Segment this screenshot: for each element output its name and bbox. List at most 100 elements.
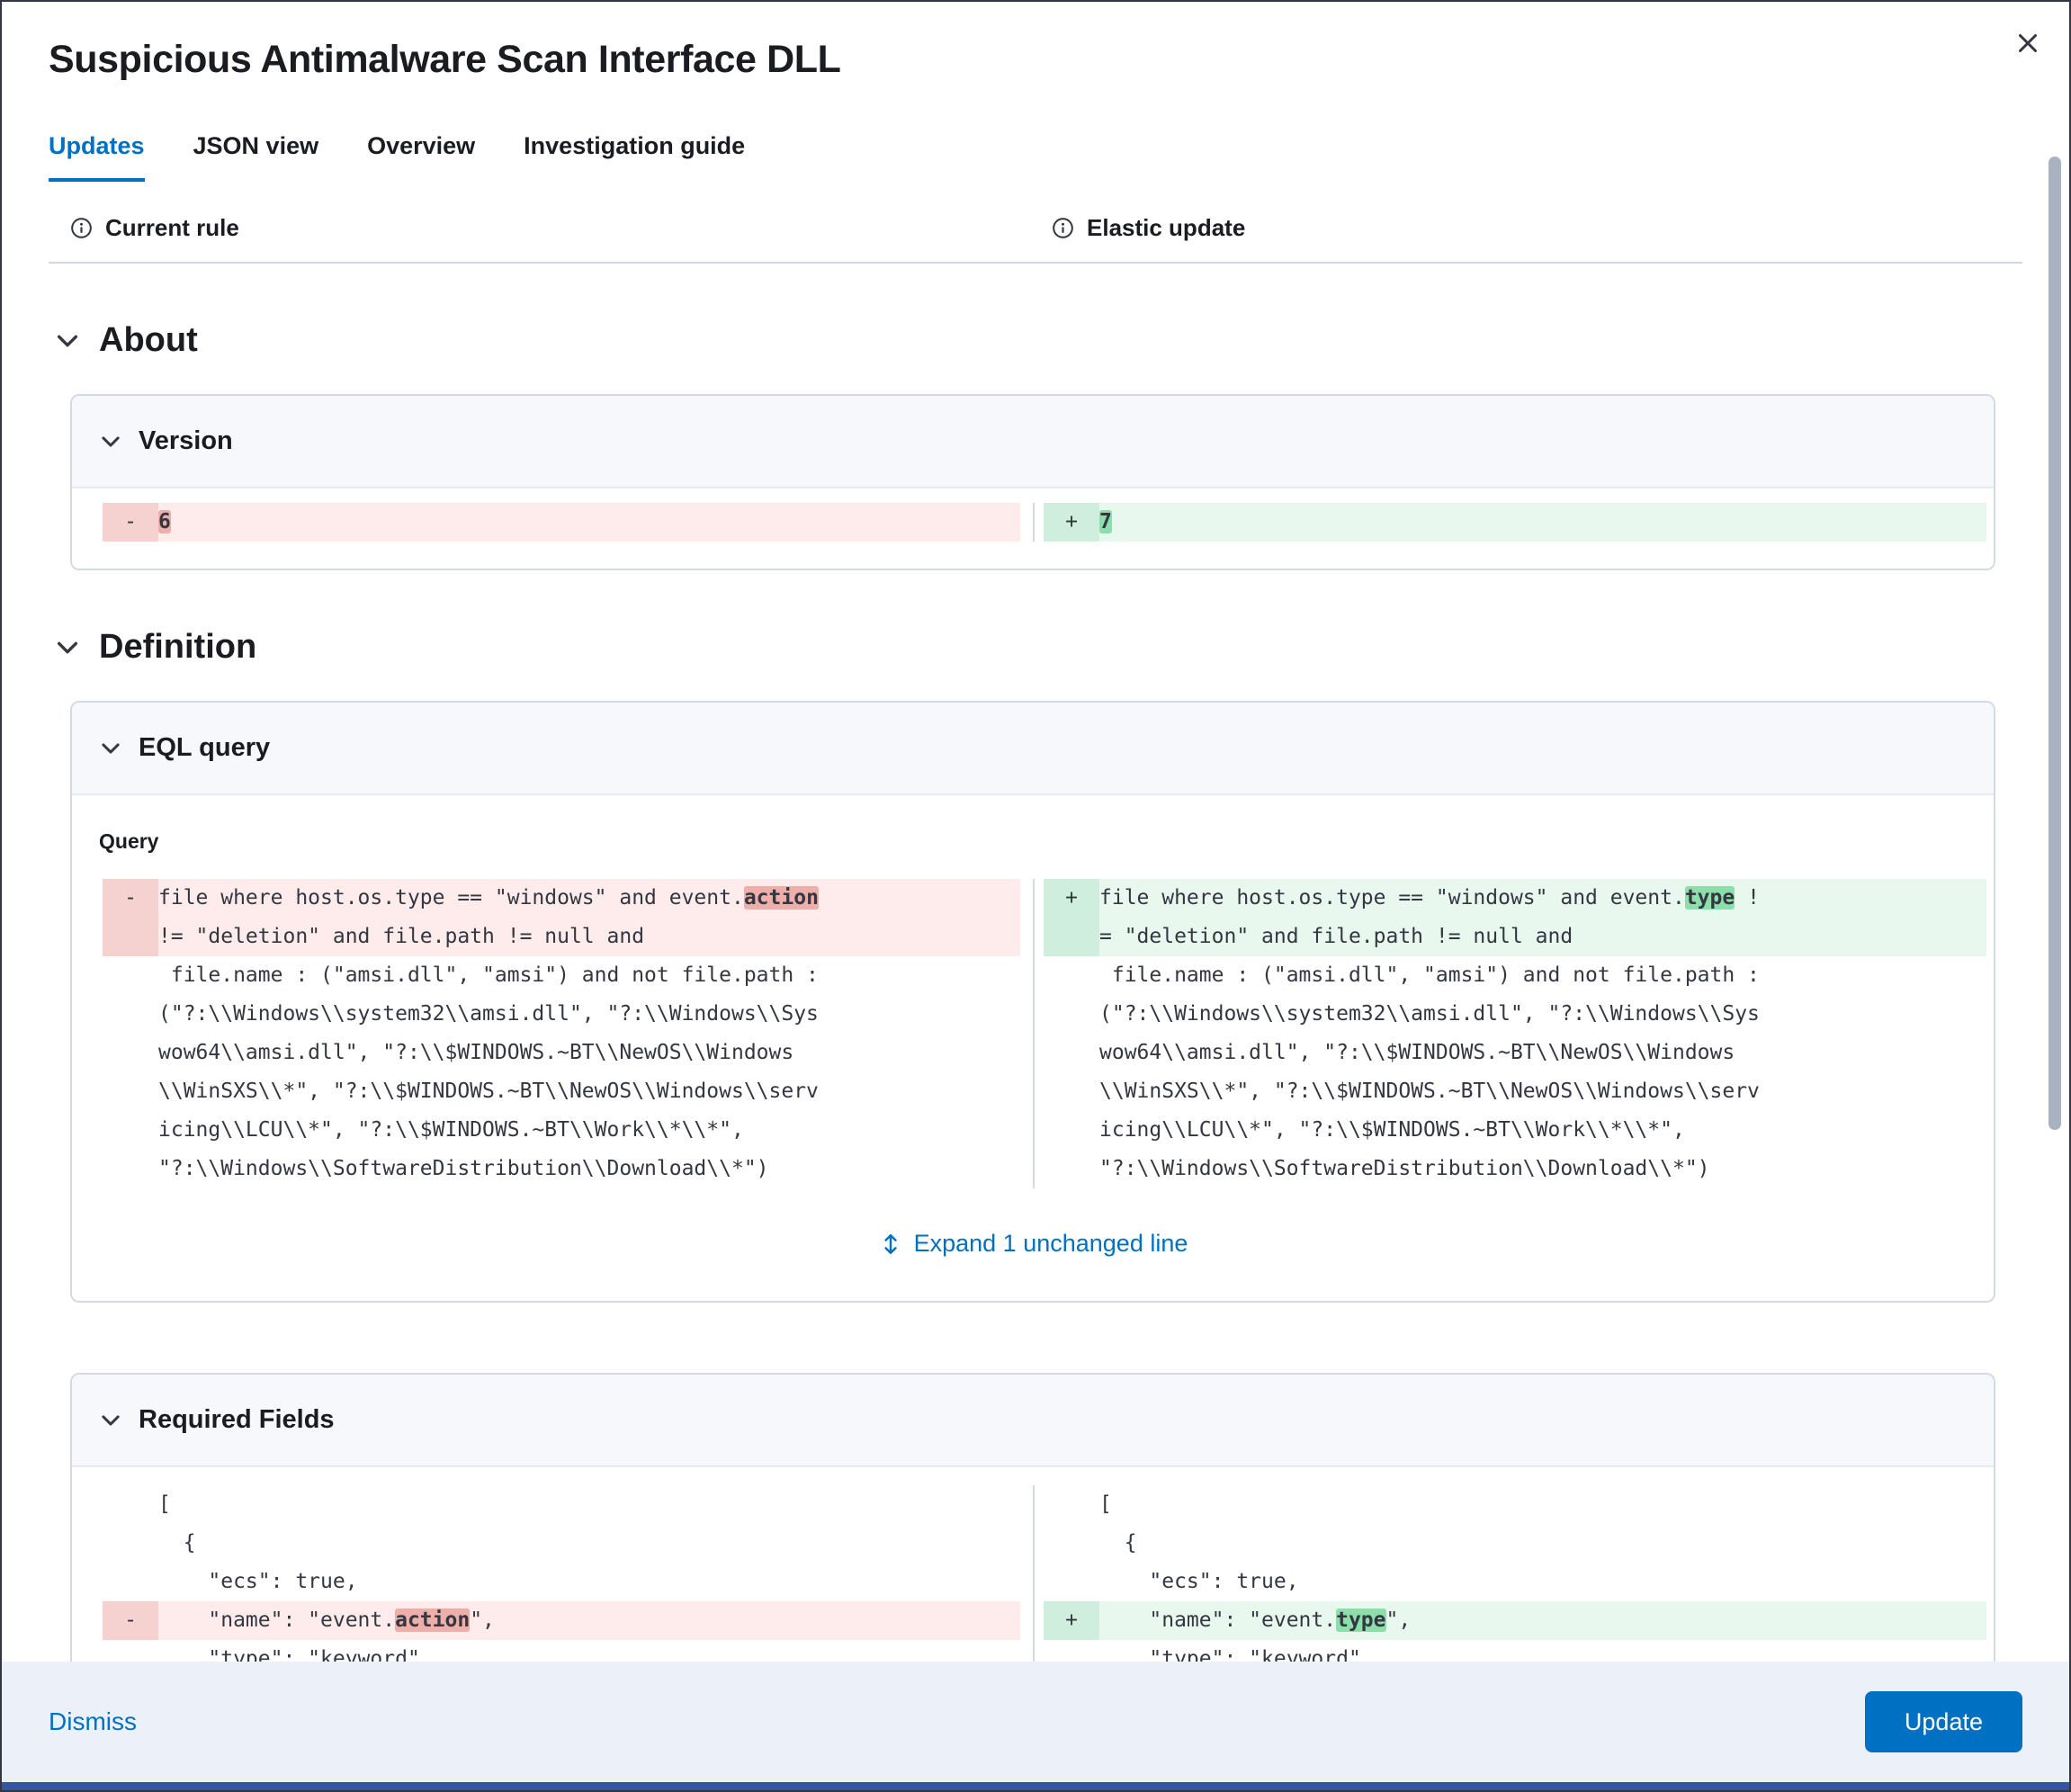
eql-accordion-header[interactable]: EQL query — [72, 703, 1994, 793]
code-line-row: "?:\\Windows\\SoftwareDistribution\\Down… — [1044, 1150, 1986, 1188]
code-line: "type": "keyword" — [1099, 1647, 1361, 1662]
current-rule-query: - file where host.os.type == "windows" a… — [72, 879, 1033, 1188]
current-rule-label: Current rule — [105, 214, 239, 241]
code-line: file where host.os.type == "windows" and… — [1099, 886, 1760, 909]
removed-highlight: action — [395, 1608, 471, 1632]
tab-overview[interactable]: Overview — [367, 132, 475, 182]
code-line-row: "ecs": true, — [103, 1563, 1020, 1601]
added-marker: + — [1044, 879, 1099, 918]
code-line-row: ("?:\\Windows\\system32\\amsi.dll", "?:\… — [1044, 995, 1986, 1034]
flyout-header: Suspicious Antimalware Scan Interface DL… — [2, 2, 2069, 182]
elastic-update-required-fields: [ { "ecs": true, + "name": "event.type",… — [1033, 1485, 1994, 1662]
added-highlight: type — [1684, 886, 1735, 909]
code-line-row: "?:\\Windows\\SoftwareDistribution\\Down… — [103, 1150, 1020, 1188]
removed-marker: - — [103, 1601, 158, 1640]
diff-row-removed: != "deletion" and file.path != null and — [103, 918, 1020, 956]
code-line-row: \\WinSXS\\*", "?:\\$WINDOWS.~BT\\NewOS\\… — [103, 1072, 1020, 1111]
about-section-header[interactable]: About — [54, 321, 2022, 360]
expand-icon — [878, 1232, 903, 1257]
code-line: "?:\\Windows\\SoftwareDistribution\\Down… — [1099, 1157, 1710, 1180]
elastic-update-label: Elastic update — [1087, 214, 1246, 241]
diff-row-removed: - file where host.os.type == "windows" a… — [103, 879, 1020, 918]
code-line: [ — [1099, 1492, 1112, 1516]
code-line: wow64\\amsi.dll", "?:\\$WINDOWS.~BT\\New… — [158, 1041, 794, 1064]
query-label: Query — [99, 829, 159, 853]
code-line: file where host.os.type == "windows" and… — [158, 886, 819, 909]
code-line-row: icing\\LCU\\*", "?:\\$WINDOWS.~BT\\Work\… — [1044, 1111, 1986, 1150]
update-button[interactable]: Update — [1864, 1691, 2022, 1752]
tab-json-view[interactable]: JSON view — [193, 132, 319, 182]
diff-row-removed: - "name": "event.action", — [103, 1601, 1020, 1640]
eql-query-panel: EQL query Query - file where host.os.typ… — [70, 701, 1995, 1303]
close-button[interactable] — [2006, 22, 2049, 65]
info-icon[interactable] — [1052, 217, 1074, 239]
elastic-update-header: Elastic update — [1041, 214, 2022, 242]
code-line-row: wow64\\amsi.dll", "?:\\$WINDOWS.~BT\\New… — [1044, 1034, 1986, 1072]
added-highlight: 7 — [1099, 510, 1112, 533]
code-line: != "deletion" and file.path != null and — [158, 925, 645, 948]
eql-query-heading: EQL query — [139, 733, 271, 762]
expand-link-label: Expand 1 unchanged line — [913, 1230, 1188, 1257]
tab-updates[interactable]: Updates — [49, 132, 145, 182]
diff-row-removed: - 6 — [103, 503, 1020, 542]
required-fields-heading: Required Fields — [139, 1405, 335, 1434]
version-diff: - 6 + 7 — [72, 487, 1994, 569]
version-accordion-header[interactable]: Version — [72, 396, 1994, 487]
code-line-row: [ — [1044, 1485, 1986, 1524]
required-fields-diff: [ { "ecs": true, - "name": "event.action… — [72, 1465, 1994, 1662]
chevron-down-icon — [54, 634, 81, 661]
diff-row-added: + file where host.os.type == "windows" a… — [1044, 879, 1986, 918]
vertical-scrollbar[interactable] — [2049, 157, 2061, 1130]
added-marker: + — [1044, 503, 1099, 542]
close-icon — [2013, 28, 2043, 58]
diff-row-added: + 7 — [1044, 503, 1986, 542]
code-line-row: { — [103, 1524, 1020, 1563]
info-icon[interactable] — [70, 217, 93, 239]
rule-update-flyout: Suspicious Antimalware Scan Interface DL… — [0, 0, 2071, 1792]
code-line: icing\\LCU\\*", "?:\\$WINDOWS.~BT\\Work\… — [158, 1118, 744, 1142]
page-title: Suspicious Antimalware Scan Interface DL… — [49, 38, 841, 81]
definition-heading: Definition — [99, 628, 257, 666]
code-line: "name": "event.action", — [158, 1608, 495, 1632]
code-line: "ecs": true, — [158, 1570, 358, 1593]
flyout-footer: Dismiss Update — [2, 1662, 2069, 1782]
removed-highlight: action — [743, 886, 819, 909]
version-panel: Version - 6 + 7 — [70, 394, 1995, 570]
about-heading: About — [99, 321, 198, 359]
chevron-down-icon — [99, 1409, 122, 1432]
expand-unchanged-button[interactable]: Expand 1 unchanged line — [72, 1230, 1994, 1258]
chevron-down-icon — [99, 430, 122, 453]
code-line-row: file.name : ("amsi.dll", "amsi") and not… — [103, 956, 1020, 995]
code-line: \\WinSXS\\*", "?:\\$WINDOWS.~BT\\NewOS\\… — [158, 1080, 819, 1103]
code-line: ("?:\\Windows\\system32\\amsi.dll", "?:\… — [1099, 1002, 1760, 1026]
elastic-update-query: + file where host.os.type == "windows" a… — [1033, 879, 1994, 1188]
flyout-body: Current rule Elastic update About Versio… — [2, 182, 2069, 1662]
code-line: { — [158, 1531, 196, 1555]
chevron-down-icon — [99, 737, 122, 760]
code-line-row: \\WinSXS\\*", "?:\\$WINDOWS.~BT\\NewOS\\… — [1044, 1072, 1986, 1111]
diff-row-added: + "name": "event.type", — [1044, 1601, 1986, 1640]
added-highlight: type — [1336, 1608, 1386, 1632]
removed-marker: - — [103, 879, 158, 918]
current-rule-required-fields: [ { "ecs": true, - "name": "event.action… — [72, 1485, 1033, 1662]
diff-row-added: = "deletion" and file.path != null and — [1044, 918, 1986, 956]
required-fields-accordion-header[interactable]: Required Fields — [72, 1375, 1994, 1465]
code-line: "type": "keyword" — [158, 1647, 420, 1662]
code-line-row: "ecs": true, — [1044, 1563, 1986, 1601]
code-line: file.name : ("amsi.dll", "amsi") and not… — [158, 963, 819, 987]
definition-section-header[interactable]: Definition — [54, 628, 2022, 667]
current-rule-version: - 6 — [72, 503, 1033, 542]
code-line-row: [ — [103, 1485, 1020, 1524]
dismiss-button[interactable]: Dismiss — [49, 1707, 137, 1736]
tab-investigation-guide[interactable]: Investigation guide — [524, 132, 745, 182]
code-line: [ — [158, 1492, 171, 1516]
code-line: "ecs": true, — [1099, 1570, 1299, 1593]
code-line: icing\\LCU\\*", "?:\\$WINDOWS.~BT\\Work\… — [1099, 1118, 1685, 1142]
code-line-row: { — [1044, 1524, 1986, 1563]
code-line: ("?:\\Windows\\system32\\amsi.dll", "?:\… — [158, 1002, 819, 1026]
elastic-update-version: + 7 — [1033, 503, 1994, 542]
added-marker: + — [1044, 1601, 1099, 1640]
eql-query-diff: Query - file where host.os.type == "wind… — [72, 793, 1994, 1301]
required-fields-panel: Required Fields [ { "ecs": true, - "name… — [70, 1373, 1995, 1662]
code-line-row: file.name : ("amsi.dll", "amsi") and not… — [1044, 956, 1986, 995]
